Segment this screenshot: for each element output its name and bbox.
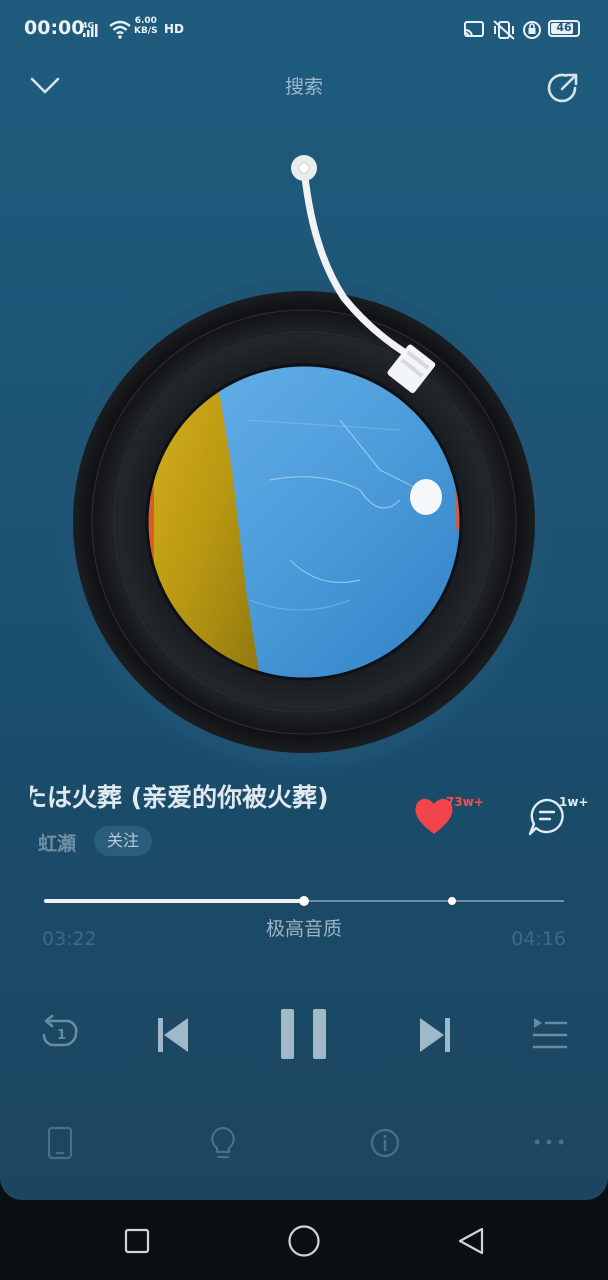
square-icon[interactable] <box>124 1228 150 1254</box>
more-icon[interactable] <box>532 1134 566 1150</box>
skip-next-icon[interactable] <box>414 1014 456 1056</box>
lightbulb-icon[interactable] <box>208 1125 238 1161</box>
svg-text:1: 1 <box>57 1028 66 1043</box>
comment-count: 1w+ <box>559 795 589 809</box>
system-nav-bar <box>0 1200 608 1280</box>
vibrate-mute-icon <box>493 20 515 40</box>
skip-previous-icon[interactable] <box>152 1014 194 1056</box>
repeat-one-icon[interactable]: 1 <box>38 1013 82 1053</box>
player-screen: 00:00 4G 6.00 KB/S HD 46 搜索 たは火葬 (亲爱的你被火… <box>0 0 608 1200</box>
current-time: 03:22 <box>42 928 97 950</box>
lock-rotation-icon <box>523 21 541 39</box>
playlist-icon[interactable] <box>528 1014 570 1054</box>
share-icon[interactable] <box>542 68 582 108</box>
total-time: 04:16 <box>511 928 566 950</box>
song-title: たは火葬 (亲爱的你被火葬) <box>30 783 329 812</box>
circle-icon[interactable] <box>287 1224 321 1258</box>
progress-thumb[interactable] <box>299 896 309 906</box>
hd-label: HD <box>164 22 185 36</box>
pause-icon[interactable] <box>278 1006 330 1062</box>
wifi-icon <box>109 20 131 39</box>
follow-button[interactable]: 关注 <box>94 826 152 856</box>
status-bar: 00:00 4G 6.00 KB/S HD 46 <box>0 0 608 60</box>
page-title[interactable]: 搜索 <box>0 72 608 99</box>
battery-icon: 46 <box>548 20 580 37</box>
progress-bar[interactable] <box>44 896 564 906</box>
like-count: 73w+ <box>446 795 484 809</box>
phone-device-icon[interactable] <box>46 1126 74 1160</box>
status-time: 00:00 <box>24 17 85 39</box>
info-icon[interactable] <box>369 1127 401 1159</box>
triangle-back-icon[interactable] <box>456 1226 486 1256</box>
progress-marker <box>448 897 457 905</box>
artist-name[interactable]: 虹瀬 <box>38 829 76 856</box>
record-disc[interactable] <box>0 140 608 780</box>
cast-icon <box>464 21 484 37</box>
network-speed: 6.00 KB/S <box>134 16 158 36</box>
